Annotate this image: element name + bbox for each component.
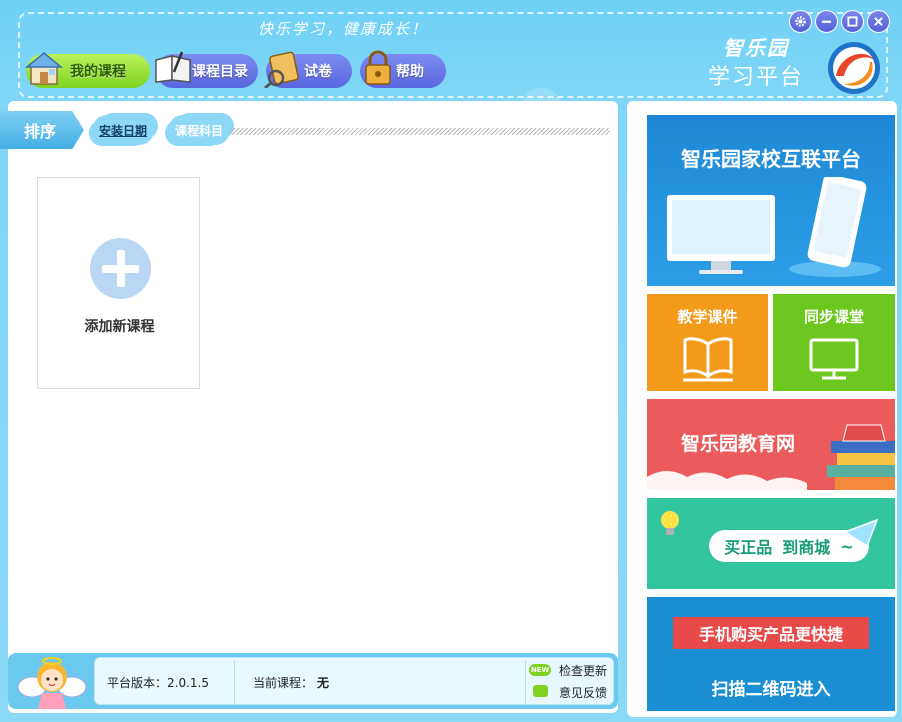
ad-education-network[interactable]: 智乐园教育网 — [647, 399, 895, 490]
add-course-button[interactable]: 添加新课程 — [37, 177, 200, 389]
ad-education-title: 智乐园教育网 — [681, 433, 796, 455]
feedback-link[interactable]: 意见反馈 — [559, 684, 607, 701]
brand: 智乐园 学习平台 — [708, 32, 804, 91]
ad-home-school-title: 智乐园家校互联平台 — [681, 147, 861, 171]
promo-sidebar: 智乐园家校互联平台 教学课件 同步课堂 智乐园教育网 买正品 到商城 ~ 手机购… — [627, 101, 897, 717]
lock-icon — [365, 50, 391, 85]
shop-text-mall: 到商城 — [782, 538, 831, 557]
slogan: 快乐学习，健康成长！ — [258, 20, 429, 38]
book-icon — [155, 51, 191, 83]
current-course-label: 当前课程： — [253, 676, 314, 690]
ad-shop[interactable]: 买正品 到商城 ~ — [647, 498, 895, 589]
status-separator — [525, 660, 526, 704]
sort-divider — [230, 128, 610, 135]
new-badge: NEW — [529, 664, 551, 676]
tab-course-catalog-label: 课程目录 — [192, 64, 248, 80]
scan-qr-text: 扫描二维码进入 — [711, 680, 831, 700]
tab-exam[interactable]: 试卷 — [264, 51, 352, 88]
angel-mascot-icon — [17, 657, 87, 709]
ad-home-school-platform[interactable]: 智乐园家校互联平台 — [647, 115, 895, 286]
ad-courseware[interactable]: 教学课件 — [647, 294, 768, 391]
course-panel: 排序 安装日期 课程科目 添加新课程 平台版本：2.0.1.5 当前课程： 无 … — [0, 101, 618, 713]
settings-button[interactable] — [789, 10, 812, 33]
plus-icon — [90, 238, 151, 299]
maximize-button[interactable] — [841, 10, 864, 33]
tab-my-courses[interactable]: 我的课程 — [24, 52, 150, 88]
tab-course-catalog[interactable]: 课程目录 — [155, 51, 258, 88]
status-separator — [234, 660, 235, 704]
app-window: 快乐学习，健康成长！ 我的课程 课程目录 试卷 帮助 智乐园 学习平台 排序 安… — [0, 0, 902, 722]
ad-mobile-qr[interactable]: 手机购买产品更快捷 扫描二维码进入 — [647, 597, 895, 711]
tab-help-label: 帮助 — [396, 64, 424, 80]
platform-version: 平台版本：2.0.1.5 — [107, 676, 209, 690]
sort-bar: 排序 安装日期 课程科目 — [0, 111, 618, 151]
brand-name: 智乐园 — [722, 36, 789, 60]
close-icon — [874, 17, 883, 26]
minimize-button[interactable] — [815, 10, 838, 33]
cloud-decoration — [647, 471, 807, 490]
status-info: 平台版本：2.0.1.5 当前课程： 无 NEW 检查更新 意见反馈 — [94, 657, 614, 705]
minimize-icon — [821, 20, 832, 23]
maximize-icon — [847, 16, 858, 27]
sort-by-install-date[interactable]: 安装日期 — [92, 115, 154, 145]
tab-help[interactable]: 帮助 — [360, 50, 446, 88]
mobile-buy-ribbon: 手机购买产品更快捷 — [673, 617, 869, 649]
sort-by-subject[interactable]: 课程科目 — [168, 115, 230, 145]
close-button[interactable] — [867, 10, 890, 33]
house-icon — [24, 52, 64, 85]
lightbulb-icon — [661, 511, 679, 535]
brand-subtitle: 学习平台 — [707, 65, 804, 90]
tab-exam-label: 试卷 — [304, 64, 332, 80]
ad-sync-title: 同步课堂 — [803, 308, 864, 326]
shop-text-genuine: 买正品 — [724, 538, 773, 557]
sort-label: 排序 — [0, 111, 84, 149]
brand-logo-icon — [828, 42, 880, 94]
ad-sync-classroom[interactable]: 同步课堂 — [773, 294, 895, 391]
open-book-icon — [683, 337, 733, 382]
monitor-icon — [809, 338, 859, 380]
paper-plane-icon — [843, 518, 879, 548]
window-controls — [789, 10, 890, 33]
feedback-icon — [533, 685, 548, 697]
add-course-label: 添加新课程 — [84, 319, 155, 335]
gear-icon — [795, 16, 806, 27]
current-course-value: 无 — [317, 676, 330, 690]
status-bar: 平台版本：2.0.1.5 当前课程： 无 NEW 检查更新 意见反馈 — [8, 653, 618, 709]
paper-icon — [264, 51, 299, 88]
ad-courseware-title: 教学课件 — [677, 308, 738, 326]
devices-illustration-icon — [667, 177, 881, 277]
tab-my-courses-label: 我的课程 — [70, 64, 126, 80]
check-update-link[interactable]: 检查更新 — [559, 662, 607, 679]
